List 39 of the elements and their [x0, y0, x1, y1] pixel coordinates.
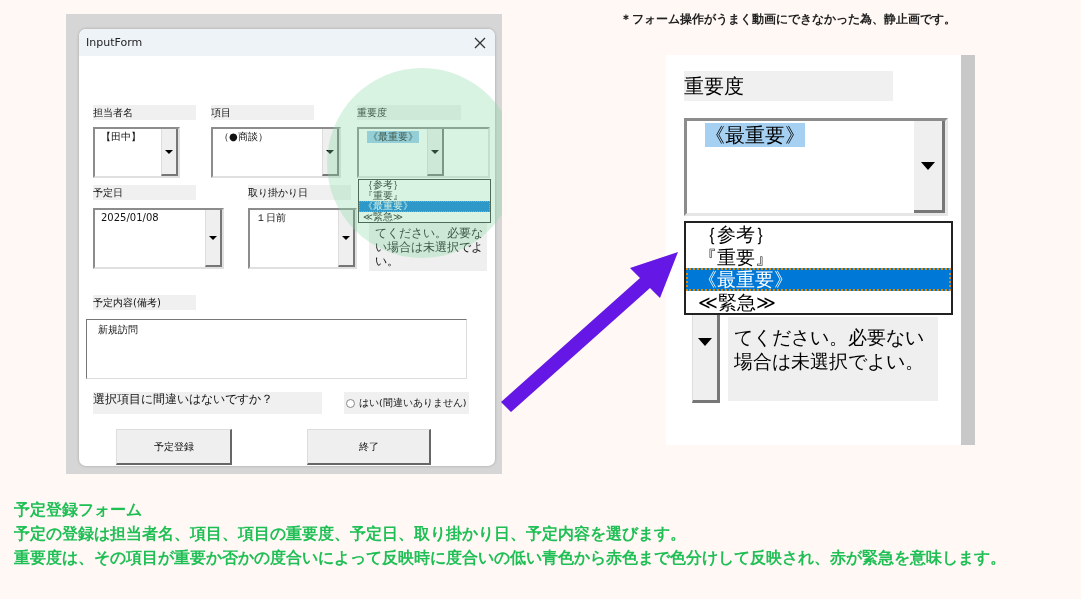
field-label: 重要度: [357, 105, 461, 120]
field-label: 担当者名: [93, 105, 196, 120]
dropdown-option[interactable]: 《最重要》: [686, 268, 951, 291]
close-icon[interactable]: [474, 36, 486, 49]
caption-paragraph: 重要度は、その項目が重要か否かの度合いによって反映時に度合いの低い青色から赤色まで色分けして反映され、赤が緊急を意味します。: [14, 547, 1007, 569]
caption-paragraph: 予定の登録は担当者名、項目、項目の重要度、予定日、取り掛かり日、予定内容を選びます。: [14, 523, 687, 545]
dropdown-option[interactable]: 『重要』: [686, 245, 951, 268]
caret-icon: [165, 149, 173, 154]
window-title: InputForm: [86, 36, 143, 49]
field-label: 予定日: [93, 185, 196, 200]
confirm-radio[interactable]: はい(間違いありません): [344, 392, 469, 414]
form-button[interactable]: 予定登録: [116, 429, 232, 465]
field-label: 取り掛かり日: [248, 185, 351, 200]
caret-icon: [921, 161, 935, 170]
combo-box[interactable]: 《最重要》: [684, 118, 948, 216]
caret-icon: [342, 235, 350, 240]
dropdown-option[interactable]: 『重要』: [359, 190, 490, 201]
dropdown-option[interactable]: ｛参考｝: [686, 223, 951, 246]
dropdown-option[interactable]: ｛参考｝: [359, 180, 490, 191]
question-label: 選択項目に間違いはないですか？: [93, 392, 322, 414]
field-label: 項目: [211, 105, 314, 120]
hint-text: てください。必要ない場合は未選択でよい。: [728, 317, 938, 401]
caret-icon: [431, 149, 439, 154]
form-button[interactable]: 終了: [307, 429, 431, 465]
remarks-field[interactable]: 新規訪問: [86, 319, 467, 379]
combo-box[interactable]: 2025/01/08: [93, 208, 224, 269]
field-label: 重要度: [684, 71, 893, 101]
combo-box[interactable]: 【田中】: [93, 127, 180, 178]
caret-icon: [209, 235, 217, 240]
caption-title: 予定登録フォーム: [14, 499, 143, 521]
dropdown-option[interactable]: ≪緊急≫: [686, 290, 951, 313]
combo-box[interactable]: 《最重要》: [357, 127, 490, 178]
field-label: 予定内容(備考): [93, 295, 196, 310]
combo-box[interactable]: １日前: [248, 208, 357, 269]
note-text: ＊フォーム操作がうまく動画にできなかった為、静止画です。: [620, 11, 957, 28]
caret-icon: [326, 149, 334, 154]
caret-icon: [698, 338, 712, 346]
combo-box[interactable]: （●商談）: [211, 127, 341, 178]
scrollbar[interactable]: [961, 55, 975, 445]
